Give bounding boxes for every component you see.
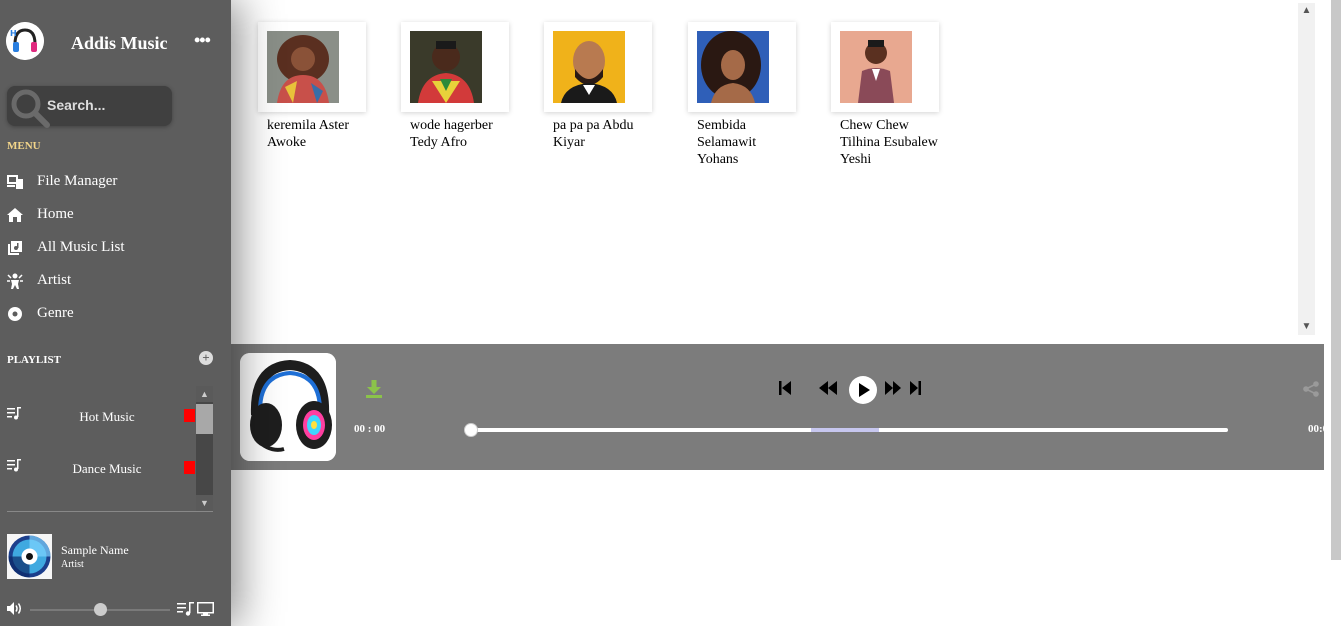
- playlist-name: Dance Music: [72, 461, 142, 476]
- playlist-name: Hot Music: [79, 409, 135, 424]
- screen-cast-icon[interactable]: [197, 602, 214, 621]
- playlist-marker: [184, 461, 195, 474]
- content-scrollbar[interactable]: ▲ ▼: [1298, 3, 1315, 335]
- nav-item-all-music-list[interactable]: All Music List: [7, 239, 125, 256]
- nav-item-file-manager[interactable]: File Manager: [7, 173, 117, 190]
- artist-name[interactable]: pa pa pa Abdu Kiyar: [544, 117, 652, 151]
- now-playing-artist: Artist: [61, 559, 84, 570]
- search-icon: [11, 89, 50, 128]
- end-time: 00:0: [1308, 423, 1329, 435]
- share-icon[interactable]: [1303, 381, 1319, 402]
- artist-photo: [840, 31, 912, 103]
- nav-item-home[interactable]: Home: [7, 206, 74, 223]
- scrollbar-thumb[interactable]: [196, 404, 213, 434]
- nav-label-artist: Artist: [37, 272, 72, 288]
- svg-text:H: H: [10, 29, 17, 38]
- app-logo: H: [6, 22, 44, 60]
- volume-icon[interactable]: [7, 602, 24, 620]
- page-scrollbar[interactable]: [1331, 0, 1341, 560]
- scroll-down-arrow[interactable]: ▼: [1298, 319, 1315, 335]
- fast-forward-icon[interactable]: [885, 381, 901, 400]
- artist-photo: [553, 31, 625, 103]
- home-icon: [7, 207, 23, 223]
- menu-heading: MENU: [7, 140, 41, 152]
- skip-previous-icon[interactable]: [779, 381, 791, 400]
- album-art: [240, 353, 336, 461]
- app-title: Addis Music: [71, 33, 168, 53]
- genre-icon: [7, 306, 23, 322]
- artist-thumbnail[interactable]: [831, 22, 939, 112]
- scroll-up-arrow[interactable]: ▲: [196, 386, 213, 402]
- artist-name[interactable]: keremila Aster Awoke: [258, 117, 366, 151]
- volume-slider-handle[interactable]: [94, 603, 107, 616]
- now-playing-cd-icon: [7, 534, 52, 579]
- search-input[interactable]: [47, 97, 167, 113]
- playlist-scrollbar[interactable]: ▲ ▼: [196, 386, 213, 511]
- artist-thumbnail[interactable]: [258, 22, 366, 112]
- current-time: 00 : 00: [354, 423, 386, 435]
- artist-name[interactable]: Sembida Selamawit Yohans: [688, 117, 796, 168]
- nav-item-genre[interactable]: Genre: [7, 305, 74, 322]
- nav-label-all-music-list: All Music List: [37, 239, 125, 255]
- queue-icon[interactable]: [177, 602, 194, 621]
- artist-card[interactable]: pa pa pa Abdu Kiyar: [544, 22, 652, 151]
- more-options-icon[interactable]: •••: [194, 30, 211, 51]
- buffered-range: [811, 428, 880, 432]
- artist-name[interactable]: wode hagerber Tedy Afro: [401, 117, 509, 151]
- artist-card[interactable]: Chew Chew Tilhina Esubalew Yeshi: [831, 22, 939, 168]
- artist-card[interactable]: keremila Aster Awoke: [258, 22, 366, 151]
- nav-label-home: Home: [37, 206, 74, 222]
- divider: [7, 511, 213, 512]
- artist-name[interactable]: Chew Chew Tilhina Esubalew Yeshi: [831, 117, 939, 168]
- play-icon: [859, 383, 870, 397]
- artist-icon: [7, 273, 23, 289]
- music-list-icon: [7, 240, 23, 256]
- add-playlist-button[interactable]: +: [199, 351, 213, 365]
- playlist-heading: PLAYLIST: [7, 354, 62, 366]
- playlist-item-dance-music[interactable]: Dance Music: [7, 459, 195, 479]
- play-button[interactable]: [849, 376, 877, 404]
- player-bar: 00 : 00 00:0: [231, 344, 1328, 470]
- playlist-marker: [184, 409, 195, 422]
- artist-card[interactable]: Sembida Selamawit Yohans: [688, 22, 796, 168]
- rewind-icon[interactable]: [819, 381, 837, 400]
- scroll-up-arrow[interactable]: ▲: [1298, 3, 1315, 19]
- download-icon[interactable]: [366, 380, 382, 403]
- playlist-item-hot-music[interactable]: Hot Music: [7, 407, 195, 427]
- file-manager-icon: [7, 174, 23, 190]
- artist-photo: [697, 31, 769, 103]
- now-playing-name: Sample Name: [61, 543, 129, 557]
- artist-thumbnail[interactable]: [544, 22, 652, 112]
- sidebar: H Addis Music ••• MENU File Manager Home…: [0, 0, 231, 626]
- artist-photo: [267, 31, 339, 103]
- nav-label-genre: Genre: [37, 305, 74, 321]
- search-box: [7, 86, 172, 128]
- artist-thumbnail[interactable]: [401, 22, 509, 112]
- nav-label-file-manager: File Manager: [37, 173, 118, 189]
- artist-thumbnail[interactable]: [688, 22, 796, 112]
- progress-bar[interactable]: [464, 423, 1228, 437]
- skip-next-icon[interactable]: [910, 381, 921, 400]
- artist-card[interactable]: wode hagerber Tedy Afro: [401, 22, 509, 151]
- artist-photo: [410, 31, 482, 103]
- scroll-down-arrow[interactable]: ▼: [196, 495, 213, 511]
- progress-handle[interactable]: [464, 423, 478, 437]
- nav-item-artist[interactable]: Artist: [7, 272, 71, 289]
